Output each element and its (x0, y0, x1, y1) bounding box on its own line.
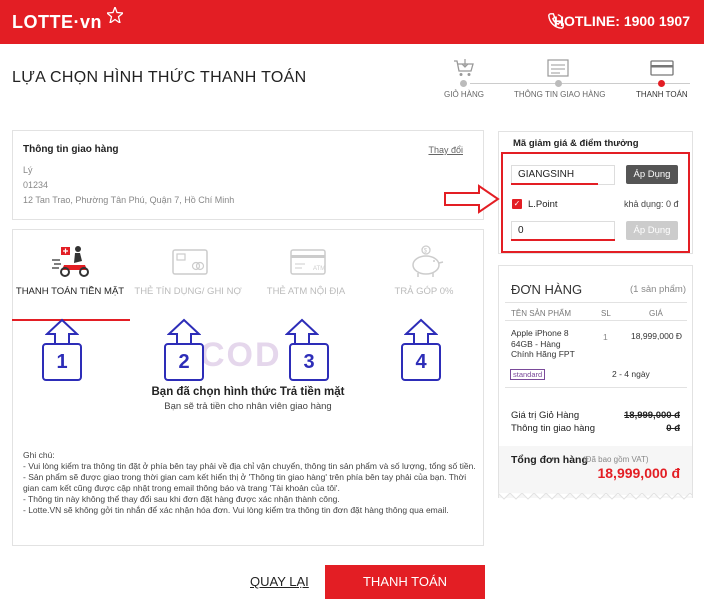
divider (505, 387, 687, 388)
apply-lpoint-button[interactable]: Áp Dụng (626, 221, 678, 240)
back-button[interactable]: QUAY LẠI (250, 574, 309, 589)
page-title: LỰA CHỌN HÌNH THỨC THANH TOÁN (12, 69, 307, 86)
step-dot-shipping (555, 80, 562, 87)
lpoint-label: L.Point (528, 199, 558, 210)
note-line: - Vui lòng kiểm tra thông tin đặt ở phía… (23, 461, 476, 471)
shipping-fee-label: Thông tin giao hàng (511, 423, 595, 434)
tab-credit-card-label: THẺ TÍN DỤNG/ GHI NỢ (134, 286, 242, 297)
order-count: (1 sản phẩm) (630, 284, 686, 295)
lpoint-underline (511, 239, 615, 241)
product-qty: 1 (603, 332, 608, 342)
step-label-cart[interactable]: GIỎ HÀNG (444, 90, 484, 99)
apply-promo-button[interactable]: Áp Dụng (626, 165, 678, 184)
total-value: 18,999,000 đ (597, 465, 680, 481)
tab-cash[interactable]: THANH TOÁN TIỀN MẶT (12, 241, 130, 321)
product-price: 18,999,000 Đ (631, 331, 683, 341)
piggy-bank-icon: $ (412, 245, 444, 277)
step-dot-payment (658, 80, 665, 87)
divider (505, 302, 687, 303)
notes-heading: Ghi chú: (23, 450, 55, 460)
divider (505, 320, 687, 321)
shipping-name: Lý (23, 165, 33, 175)
tab-cash-label: THANH TOÁN TIỀN MẶT (15, 286, 125, 297)
tab-credit-card[interactable]: THẺ TÍN DỤNG/ GHI NỢ (132, 241, 244, 311)
shipping-tag: standard (510, 369, 546, 380)
pay-button[interactable]: THANH TOÁN (325, 565, 485, 599)
tab-installment-label: TRẢ GÓP 0% (394, 286, 454, 297)
order-title: ĐƠN HÀNG (511, 282, 583, 297)
receipt-edge (498, 493, 693, 500)
lpoint-input[interactable]: 0 (511, 221, 615, 241)
credit-card-icon (172, 249, 208, 275)
delivery-scooter-icon (52, 246, 89, 277)
form-icon (547, 59, 569, 77)
cart-value-label: Giá trị Giỏ Hàng (511, 410, 580, 421)
steps-line (470, 83, 690, 84)
col-product: TÊN SẢN PHẨM (511, 309, 572, 318)
lotte-logo[interactable]: LOTTE·vn (12, 12, 102, 33)
step-dot-cart (460, 80, 467, 87)
lpoint-available: khả dụng: 0 đ (624, 199, 679, 209)
step-label-payment: THANH TOÁN (636, 90, 688, 99)
chosen-method-subtitle: Bạn sẽ trả tiền cho nhân viên giao hàng (164, 401, 332, 412)
shipping-phone: 01234 (23, 180, 49, 190)
star-icon (107, 7, 123, 23)
promo-title: Mã giảm giá & điểm thưởng (513, 138, 639, 149)
promo-code-input[interactable]: GIANGSINH (511, 165, 615, 185)
cart-icon (454, 59, 474, 76)
notes: Ghi chú: - Vui lòng kiểm tra thông tin đ… (23, 450, 478, 516)
annotation-number-1: 1 (42, 343, 82, 381)
annotation-number-2: 2 (164, 343, 204, 381)
note-line: - Sản phẩm sẽ được giao trong thời gian … (23, 472, 467, 493)
delivery-time: 2 - 4 ngày (612, 369, 650, 379)
note-line: - Lotte.VN sẽ không gởi tin nhắn để xác … (23, 505, 449, 515)
shipping-fee: 0 đ (666, 423, 680, 434)
promo-code-underline (511, 183, 598, 185)
total-label: Tổng đơn hàng (511, 454, 588, 466)
note-line: - Thông tin này không thể thay đổi sau k… (23, 494, 340, 504)
step-label-shipping[interactable]: THÔNG TIN GIAO HÀNG (514, 90, 605, 99)
svg-text:ATM: ATM (313, 266, 325, 272)
annotation-number-4: 4 (401, 343, 441, 381)
col-price: GIÁ (649, 309, 663, 318)
shipping-title: Thông tin giao hàng (23, 144, 119, 155)
annotation-right-arrow (444, 184, 500, 214)
chosen-method-title: Bạn đã chọn hình thức Trả tiền mặt (151, 386, 345, 398)
tab-installment[interactable]: $ TRẢ GÓP 0% (368, 241, 480, 311)
tab-atm-label: THẺ ATM NỘI ĐỊA (266, 286, 346, 297)
col-qty: SL (601, 309, 611, 318)
checkout-steps: GIỎ HÀNG THÔNG TIN GIAO HÀNG THANH TOÁN (430, 58, 700, 103)
cod-watermark: COD (200, 336, 282, 374)
atm-card-icon: ATM (290, 249, 326, 275)
annotation-number-3: 3 (289, 343, 329, 381)
hotline[interactable]: HOTLINE: 1900 1907 (554, 13, 690, 29)
shipping-info-box: Thông tin giao hàng Thay đổi Lý 01234 12… (12, 130, 484, 220)
credit-card-icon (650, 60, 674, 76)
change-shipping-link[interactable]: Thay đổi (428, 145, 463, 155)
cart-value: 18,999,000 đ (624, 410, 680, 421)
shipping-address: 12 Tan Trao, Phường Tân Phú, Quận 7, Hồ … (23, 195, 235, 205)
total-note: (Đã bao gồm VAT) (583, 455, 649, 464)
tab-atm[interactable]: ATM THẺ ATM NỘI ĐỊA (250, 241, 362, 311)
product-name[interactable]: Apple iPhone 8 64GB - Hàng Chính Hãng FP… (511, 328, 581, 360)
lpoint-checkbox[interactable]: ✓ (512, 199, 522, 209)
